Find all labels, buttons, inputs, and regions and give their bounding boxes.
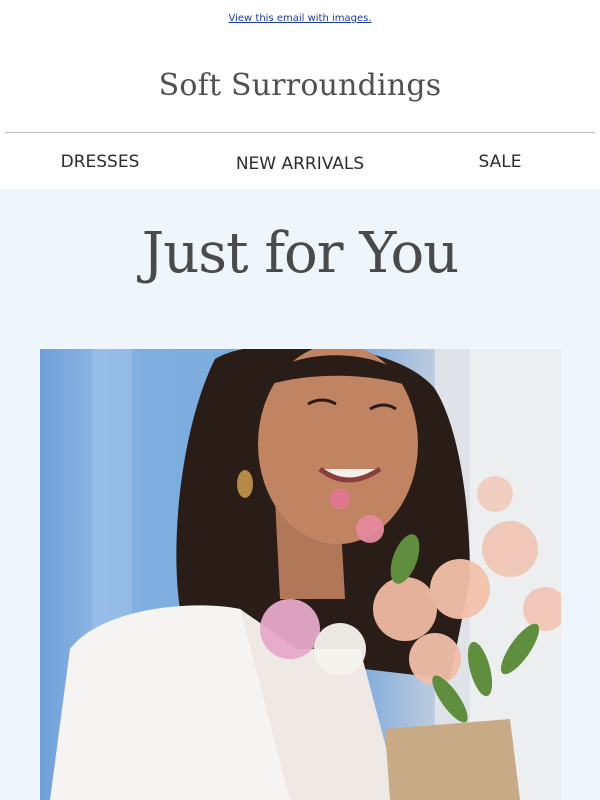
hero-title: Just for You [141, 221, 459, 286]
nav-item-new-arrivals[interactable]: NEW ARRIVALS [236, 154, 364, 174]
main-nav: DRESSES NEW ARRIVALS SALE [0, 150, 600, 180]
view-in-browser-link[interactable]: View this email with images. [228, 13, 371, 24]
hero-section: Just for You [0, 189, 600, 800]
hero-image[interactable] [40, 349, 561, 800]
brand-logo[interactable]: Soft Surroundings [0, 68, 600, 103]
nav-item-dresses[interactable]: DRESSES [61, 152, 140, 172]
hero-photo-illustration [50, 349, 561, 800]
header-divider [5, 132, 595, 133]
nav-item-sale[interactable]: SALE [479, 152, 522, 172]
preheader: View this email with images. [0, 13, 600, 24]
